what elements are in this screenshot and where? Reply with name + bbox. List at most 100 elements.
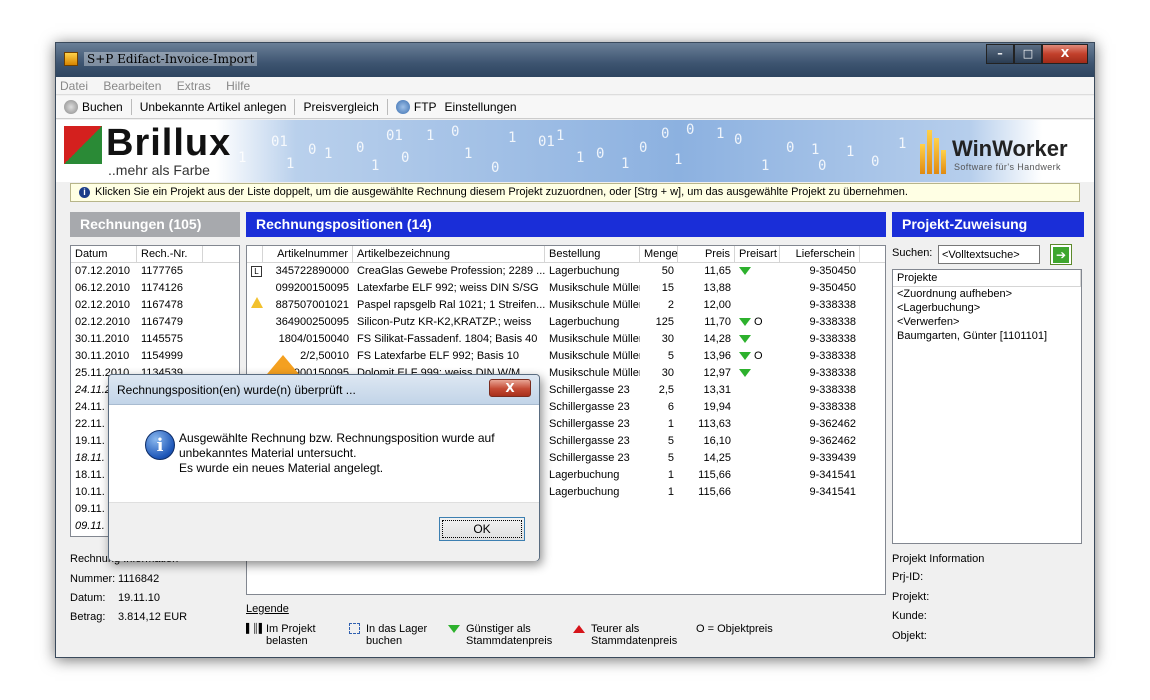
projekte-list[interactable]: Projekte <Zuordnung aufheben> <Lagerbuchu…	[892, 269, 1082, 544]
position-preisart	[735, 280, 780, 297]
col-artikelnummer[interactable]: Artikelnummer	[263, 246, 353, 262]
col-datum[interactable]: Datum	[71, 246, 137, 262]
menu-bearbeiten[interactable]: Bearbeiten	[103, 79, 161, 93]
position-artikelbezeichnung: Paspel rapsgelb Ral 1021; 1 Streifen...	[357, 299, 545, 311]
position-menge: 5	[667, 350, 674, 362]
info-text: Klicken Sie ein Projekt aus der Liste do…	[95, 186, 908, 198]
position-preisart	[735, 365, 780, 382]
rechnung-nummer: 1177765	[141, 265, 184, 277]
lager-icon: L	[251, 266, 262, 277]
preisvergleich-button[interactable]: Preisvergleich	[303, 100, 378, 114]
maximize-button[interactable]: □	[1014, 44, 1042, 64]
position-preisart	[735, 416, 780, 433]
position-row[interactable]: 099200150095 Latexfarbe ELF 992; weiss DI…	[247, 280, 885, 297]
position-lieferschein: 9-338338	[809, 401, 857, 413]
position-icon	[247, 331, 263, 348]
col-bestellung[interactable]: Bestellung	[545, 246, 640, 262]
price-lower-icon	[739, 267, 751, 276]
binary-digit: 0	[308, 142, 317, 158]
position-preisart	[735, 331, 780, 348]
rechnung-datum: 02.12.2010	[75, 299, 131, 311]
binary-digit: 1	[846, 144, 855, 160]
position-row[interactable]: L 345722890000 CreaGlas Gewebe Profession;…	[247, 263, 885, 280]
objekt-label: Objekt:	[892, 630, 927, 642]
col-artikelbezeichnung[interactable]: Artikelbezeichnung	[353, 246, 545, 262]
rechnung-row[interactable]: 30.11.2010 1145575	[71, 331, 239, 348]
projekt-item[interactable]: <Lagerbuchung>	[893, 301, 1081, 315]
dialog-line-3: Es wurde ein neues Material angelegt.	[179, 461, 384, 475]
position-row[interactable]: 2/2,50010 FS Latexfarbe ELF 992; Basis 10…	[247, 348, 885, 365]
binary-digit: 1	[464, 146, 473, 162]
einstellungen-button[interactable]: Einstellungen	[445, 100, 517, 114]
buchen-button[interactable]: Buchen	[64, 100, 123, 114]
position-artikelnummer: 887507001021	[275, 299, 349, 311]
projekt-item[interactable]: Baumgarten, Günter [1101101]	[893, 329, 1081, 343]
rechnung-row[interactable]: 02.12.2010 1167478	[71, 297, 239, 314]
info-bar: i Klicken Sie ein Projekt aus der Liste …	[70, 183, 1080, 202]
menu-datei[interactable]: Datei	[60, 79, 88, 93]
rechnung-nummer: 1154999	[141, 350, 184, 362]
position-menge: 5	[667, 452, 674, 464]
rechnungen-list-header: Datum Rech.-Nr.	[71, 246, 239, 263]
minimize-button[interactable]: –	[986, 44, 1014, 64]
binary-digit: 1	[556, 128, 565, 144]
col-menge[interactable]: Menge	[640, 246, 678, 262]
position-lieferschein: 9-338338	[809, 350, 857, 362]
close-button[interactable]: X	[1042, 44, 1088, 64]
rechnung-nummer-label: Nummer:	[70, 573, 116, 585]
title-bar[interactable]: S+P Edifact-Invoice-Import – □ X	[56, 43, 1094, 77]
col-preisart[interactable]: Preisart	[735, 246, 780, 262]
rechnung-row[interactable]: 06.12.2010 1174126	[71, 280, 239, 297]
search-input[interactable]	[938, 245, 1040, 264]
rechnung-row[interactable]: 30.11.2010 1154999	[71, 348, 239, 365]
position-bestellung: Schillergasse 23	[549, 452, 630, 464]
window-controls: – □ X	[986, 44, 1088, 64]
search-button[interactable]: ➔	[1050, 244, 1072, 265]
position-preisart	[735, 263, 780, 280]
ftp-button[interactable]: FTP	[395, 100, 437, 114]
buchen-label: Buchen	[82, 100, 123, 114]
objektpreis-marker: O	[754, 350, 763, 362]
col-projekte[interactable]: Projekte	[893, 270, 1081, 286]
position-row[interactable]: 887507001021 Paspel rapsgelb Ral 1021; 1 …	[247, 297, 885, 314]
projekt-header: Projekt-Zuweisung	[892, 212, 1084, 237]
position-lieferschein: 9-341541	[809, 486, 857, 498]
projekt-item[interactable]: <Verwerfen>	[893, 315, 1081, 329]
brillux-brand: Brillux	[106, 122, 232, 164]
col-rechnr[interactable]: Rech.-Nr.	[137, 246, 203, 262]
price-lower-icon	[739, 352, 751, 361]
col-preis[interactable]: Preis	[678, 246, 735, 262]
legende-objektpreis: O = Objektpreis	[696, 623, 773, 635]
binary-digit: 1	[238, 150, 247, 166]
rechnung-row[interactable]: 07.12.2010 1177765	[71, 263, 239, 280]
menu-extras[interactable]: Extras	[177, 79, 211, 93]
projekt-item[interactable]: <Zuordnung aufheben>	[893, 287, 1081, 301]
rechnung-nummer: 1174126	[141, 282, 184, 294]
position-menge: 1	[667, 486, 674, 498]
position-preisart	[735, 450, 780, 467]
binary-digit: 0	[401, 150, 410, 166]
position-bestellung: Lagerbuchung	[549, 469, 620, 481]
position-preisart: O	[735, 314, 780, 331]
col-lieferschein[interactable]: Lieferschein	[780, 246, 860, 262]
rechnung-row[interactable]: 02.12.2010 1167479	[71, 314, 239, 331]
unbekannte-artikel-button[interactable]: Unbekannte Artikel anlegen	[140, 100, 287, 114]
rechnungen-header: Rechnungen (105)	[70, 212, 240, 237]
position-row[interactable]: 364900250095 Silicon-Putz KR-K2,KRATZP.; …	[247, 314, 885, 331]
dialog-footer: OK	[109, 502, 539, 561]
ok-button[interactable]: OK	[439, 517, 525, 541]
suchen-label: Suchen:	[892, 247, 933, 259]
binary-digit: 1	[324, 146, 333, 162]
dialog-title[interactable]: Rechnungsposition(en) wurde(n) überprüft…	[109, 375, 539, 405]
dialog-close-button[interactable]: X	[489, 379, 531, 397]
position-icon	[247, 297, 263, 314]
winworker-mark-icon	[918, 126, 948, 174]
rechnung-nummer: 1167479	[141, 316, 184, 328]
position-row[interactable]: 1804/0150040 FS Silikat-Fassadenf. 1804; …	[247, 331, 885, 348]
brillux-flag-icon	[64, 126, 102, 164]
lager-icon	[346, 623, 362, 637]
position-bestellung: Lagerbuchung	[549, 486, 620, 498]
menu-hilfe[interactable]: Hilfe	[226, 79, 250, 93]
legende-projekt: ▌║▌ Im Projekt belasten	[246, 623, 316, 647]
binary-digit: 0	[686, 122, 695, 138]
